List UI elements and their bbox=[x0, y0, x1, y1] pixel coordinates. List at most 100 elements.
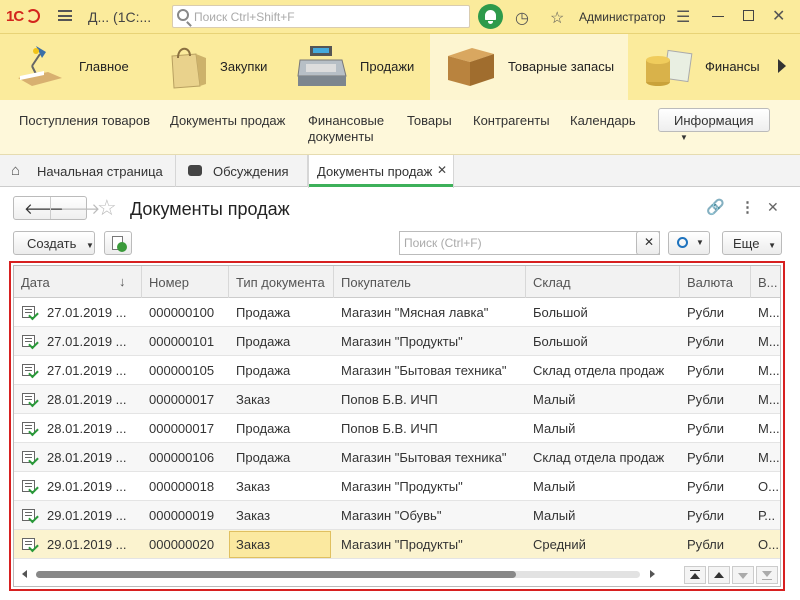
documents-table[interactable]: Дата ↓ Номер Тип документа Покупатель Ск… bbox=[13, 265, 781, 587]
table-row[interactable]: 27.01.2019 ... 000000101 Продажа Магазин "П… bbox=[14, 327, 780, 356]
close-tab-icon[interactable]: ✕ bbox=[437, 163, 447, 177]
close-page-icon[interactable]: ✕ bbox=[767, 199, 779, 216]
table-cell: 28.01.2019 ... bbox=[47, 421, 127, 436]
column-header-date[interactable]: Дата ↓ bbox=[14, 266, 142, 298]
table-cell: Р... bbox=[758, 508, 776, 523]
table-cell: Рубли bbox=[687, 421, 725, 436]
subnav-item[interactable]: Поступления товаров bbox=[19, 113, 150, 129]
table-cell: Продажа bbox=[236, 450, 291, 465]
notifications-icon[interactable] bbox=[478, 4, 503, 29]
info-button[interactable]: Информация ▼ bbox=[658, 108, 770, 142]
table-cell: Магазин "Бытовая техника" bbox=[341, 450, 507, 465]
close-window-button[interactable]: ✕ bbox=[772, 6, 785, 26]
subnav-item[interactable]: Календарь bbox=[570, 113, 636, 129]
back-button[interactable]: 🡐 bbox=[24, 199, 64, 218]
subnav-item[interactable]: Контрагенты bbox=[473, 113, 550, 129]
table-cell: Рубли bbox=[687, 305, 725, 320]
create-button[interactable]: Создать ▼ bbox=[13, 231, 95, 255]
section-label: Продажи bbox=[360, 59, 415, 74]
table-row[interactable]: 27.01.2019 ... 000000100 Продажа Магазин "М… bbox=[14, 298, 780, 327]
section-inventory[interactable]: Товарные запасы bbox=[430, 34, 628, 100]
search-options-button[interactable]: ▼ bbox=[668, 231, 710, 255]
table-cell: Магазин "Продукты" bbox=[341, 479, 463, 494]
global-search-input[interactable]: Поиск Ctrl+Shift+F bbox=[172, 5, 470, 28]
history-nav: 🡐 🡒 bbox=[13, 196, 100, 220]
clear-search-button[interactable]: ✕ bbox=[636, 231, 660, 255]
subnav-item[interactable]: Документы продаж bbox=[170, 113, 285, 129]
column-header-warehouse[interactable]: Склад bbox=[526, 266, 680, 298]
subnav-item[interactable]: Товары bbox=[407, 113, 452, 129]
table-row[interactable]: 29.01.2019 ... 000000018 Заказ Магазин "Про… bbox=[14, 472, 780, 501]
table-cell: 27.01.2019 ... bbox=[47, 305, 127, 320]
table-cell: Заказ bbox=[236, 508, 271, 523]
section-sales[interactable]: Продажи bbox=[290, 34, 430, 100]
box-icon bbox=[448, 48, 494, 86]
subnav-item[interactable]: Финансовые документы bbox=[308, 113, 392, 145]
table-cell: Магазин "Продукты" bbox=[341, 537, 463, 552]
table-cell: Малый bbox=[533, 421, 576, 436]
sections-scroll-right-icon[interactable] bbox=[778, 59, 786, 73]
search-icon bbox=[177, 9, 189, 21]
table-cell: Большой bbox=[533, 305, 588, 320]
page-down-button[interactable] bbox=[732, 566, 754, 584]
column-header-number[interactable]: Номер bbox=[142, 266, 229, 298]
settings-menu-icon[interactable]: ☰ bbox=[676, 7, 690, 27]
table-cell: 000000105 bbox=[149, 363, 215, 378]
user-name[interactable]: Администратор bbox=[579, 10, 666, 24]
table-cell: Рубли bbox=[687, 334, 725, 349]
table-cell: Попов Б.В. ИЧП bbox=[341, 421, 438, 436]
table-cell: Продажа bbox=[236, 305, 291, 320]
section-finance[interactable]: Финансы bbox=[628, 34, 778, 100]
minimize-button[interactable] bbox=[712, 16, 724, 17]
tab-label: Документы продаж bbox=[317, 164, 433, 179]
horizontal-scroll-thumb[interactable] bbox=[36, 571, 516, 578]
tab-label: Начальная страница bbox=[37, 164, 163, 179]
scroll-to-top-button[interactable] bbox=[684, 566, 706, 584]
favorites-icon[interactable]: ☆ bbox=[550, 8, 564, 28]
table-cell: Рубли bbox=[687, 508, 725, 523]
table-header: Дата ↓ Номер Тип документа Покупатель Ск… bbox=[14, 266, 780, 298]
scroll-left-icon[interactable] bbox=[22, 570, 27, 578]
tab-sales-documents[interactable]: Документы продаж ✕ bbox=[308, 155, 454, 188]
table-row[interactable]: 29.01.2019 ... 000000019 Заказ Магазин "Обу… bbox=[14, 501, 780, 530]
column-header-customer[interactable]: Покупатель bbox=[334, 266, 526, 298]
section-purchases[interactable]: Закупки bbox=[150, 34, 290, 100]
more-button[interactable]: Еще ▼ bbox=[722, 231, 782, 255]
table-row[interactable]: 27.01.2019 ... 000000105 Продажа Магазин "Б… bbox=[14, 356, 780, 385]
chevron-down-icon: ▼ bbox=[680, 133, 688, 142]
section-label: Товарные запасы bbox=[508, 59, 615, 74]
forward-button[interactable]: 🡒 bbox=[60, 199, 100, 218]
table-cell: Рубли bbox=[687, 450, 725, 465]
table-row[interactable]: 28.01.2019 ... 000000017 Заказ Попов Б.В. И… bbox=[14, 385, 780, 414]
column-header-more[interactable]: В... bbox=[751, 266, 780, 298]
column-header-currency[interactable]: Валюта bbox=[680, 266, 751, 298]
table-row[interactable]: 29.01.2019 ... 000000020 Заказ Магазин "Про… bbox=[14, 530, 780, 559]
list-search-input[interactable]: Поиск (Ctrl+F) bbox=[399, 231, 660, 255]
maximize-button[interactable] bbox=[743, 10, 754, 21]
page-up-button[interactable] bbox=[708, 566, 730, 584]
section-subnav: Поступления товаров Документы продаж Фин… bbox=[0, 100, 800, 155]
table-cell: Магазин "Мясная лавка" bbox=[341, 305, 489, 320]
table-row[interactable]: 28.01.2019 ... 000000017 Продажа Попов Б.В.… bbox=[14, 414, 780, 443]
scroll-to-bottom-button[interactable] bbox=[756, 566, 778, 584]
copy-document-button[interactable] bbox=[104, 231, 132, 255]
tab-home[interactable]: ⌂ Начальная страница bbox=[0, 155, 176, 187]
table-row[interactable]: 28.01.2019 ... 000000106 Продажа Магазин "Б… bbox=[14, 443, 780, 472]
favorite-star-icon[interactable]: ☆ bbox=[97, 195, 117, 221]
history-icon[interactable]: ◷ bbox=[515, 8, 529, 28]
link-icon[interactable]: 🔗 bbox=[706, 198, 725, 216]
table-cell: 000000019 bbox=[149, 508, 215, 523]
table-cell: О... bbox=[758, 479, 779, 494]
page-title: Документы продаж bbox=[130, 199, 290, 219]
table-cell: 000000020 bbox=[149, 537, 215, 552]
scroll-right-icon[interactable] bbox=[650, 570, 655, 578]
vertical-scroll-track[interactable] bbox=[780, 298, 781, 563]
column-header-doc-type[interactable]: Тип документа bbox=[229, 266, 334, 298]
section-main[interactable]: Главное bbox=[0, 34, 150, 100]
section-label: Главное bbox=[79, 59, 129, 74]
tab-discussions[interactable]: Обсуждения bbox=[176, 155, 308, 187]
table-cell: Заказ bbox=[236, 479, 271, 494]
more-actions-icon[interactable]: ⋮ bbox=[740, 198, 755, 216]
menu-icon[interactable] bbox=[58, 10, 72, 21]
table-cell: М... bbox=[758, 363, 780, 378]
